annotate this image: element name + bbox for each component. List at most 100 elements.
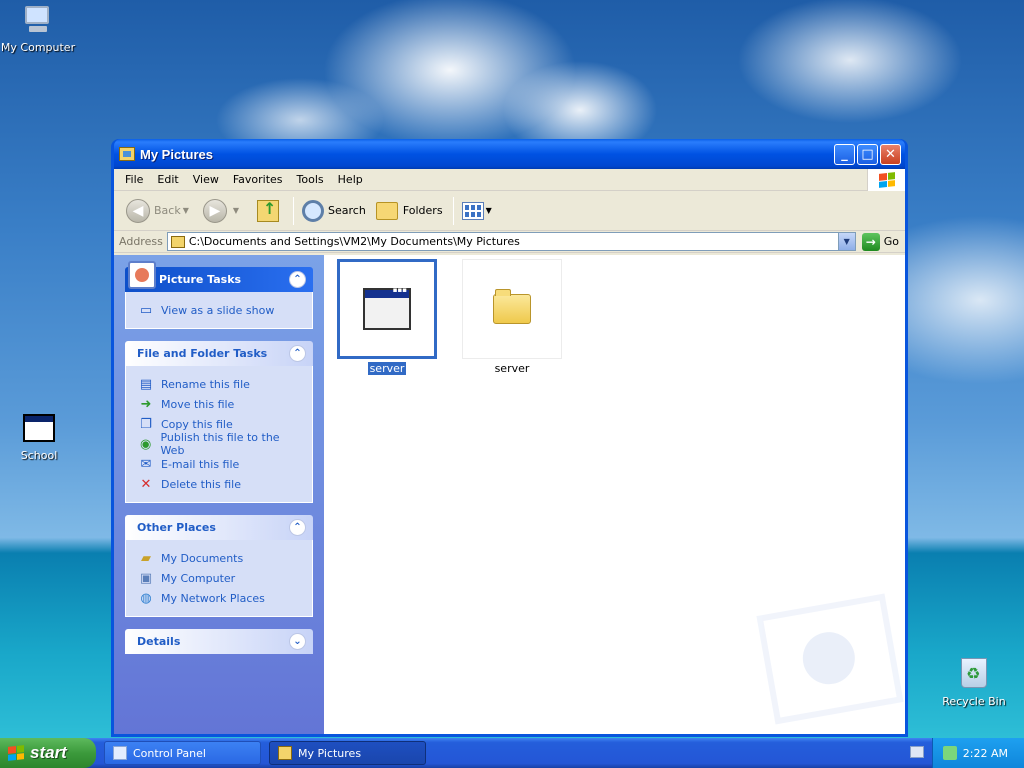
folders-button[interactable]: Folders bbox=[372, 195, 447, 227]
desktop-icon-recycle-bin[interactable]: Recycle Bin bbox=[936, 658, 1012, 708]
title-bar[interactable]: My Pictures _ □ ✕ bbox=[114, 139, 905, 169]
network-status-icon[interactable] bbox=[943, 746, 957, 760]
taskbar-button-my-pictures[interactable]: My Pictures bbox=[269, 741, 426, 765]
picture-tasks-icon bbox=[128, 261, 156, 289]
other-places-header[interactable]: Other Places ⌃ bbox=[125, 515, 313, 540]
picture-tasks-body: ▭ View as a slide show bbox=[125, 292, 313, 329]
go-arrow-icon: → bbox=[861, 232, 880, 251]
my-documents-icon: ▰ bbox=[141, 550, 151, 566]
forward-dropdown-icon[interactable]: ▼ bbox=[233, 206, 239, 215]
toolbar-separator bbox=[293, 196, 295, 225]
search-icon bbox=[302, 199, 325, 222]
back-button[interactable]: ◀ Back ▼ bbox=[122, 195, 197, 227]
address-field[interactable]: C:\Documents and Settings\VM2\My Documen… bbox=[166, 232, 856, 251]
menu-view[interactable]: View bbox=[186, 173, 226, 186]
taskbar-button-label: My Pictures bbox=[298, 746, 362, 760]
menu-help[interactable]: Help bbox=[331, 173, 370, 186]
menu-file[interactable]: File bbox=[118, 173, 150, 186]
taskbar-button-label: Control Panel bbox=[133, 746, 206, 760]
place-my-network[interactable]: ◍ My Network Places bbox=[138, 588, 302, 608]
publish-web-icon: ◉ bbox=[140, 436, 152, 452]
application-icon bbox=[363, 286, 411, 330]
menu-favorites[interactable]: Favorites bbox=[226, 173, 290, 186]
task-delete-file[interactable]: ✕ Delete this file bbox=[138, 474, 302, 494]
task-label: E-mail this file bbox=[161, 457, 240, 471]
details-panel: Details ⌄ bbox=[125, 629, 313, 654]
file-item[interactable]: server bbox=[336, 259, 438, 376]
task-rename-file[interactable]: ▤ Rename this file bbox=[138, 374, 302, 394]
address-bar: Address C:\Documents and Settings\VM2\My… bbox=[114, 231, 905, 253]
menu-tools[interactable]: Tools bbox=[290, 173, 331, 186]
system-tray: 2:22 AM bbox=[932, 738, 1024, 768]
place-my-computer[interactable]: ▣ My Computer bbox=[138, 568, 302, 588]
folder-icon bbox=[170, 235, 185, 248]
desktop-icon-my-computer[interactable]: My Computer bbox=[0, 4, 76, 54]
back-dropdown-icon[interactable]: ▼ bbox=[183, 206, 189, 215]
taskbar-button-control-panel[interactable]: Control Panel bbox=[104, 741, 261, 765]
standard-toolbar: ◀ Back ▼ ▶ ▼ Search Folders bbox=[114, 191, 905, 231]
panel-title: Other Places bbox=[137, 521, 216, 534]
windows-flag-icon bbox=[8, 745, 24, 761]
close-button[interactable]: ✕ bbox=[880, 143, 901, 165]
keyboard-icon[interactable] bbox=[910, 746, 924, 758]
details-header[interactable]: Details ⌄ bbox=[125, 629, 313, 654]
task-email-file[interactable]: ✉ E-mail this file bbox=[138, 454, 302, 474]
minimize-button[interactable]: _ bbox=[834, 143, 855, 165]
folders-label: Folders bbox=[402, 204, 443, 217]
up-folder-button[interactable] bbox=[249, 195, 287, 227]
file-view[interactable]: server server bbox=[324, 255, 905, 734]
folder-item[interactable]: server bbox=[461, 259, 563, 375]
forward-button[interactable]: ▶ ▼ bbox=[199, 195, 247, 227]
folder-name[interactable]: server bbox=[493, 362, 532, 375]
panel-title: Picture Tasks bbox=[159, 273, 242, 286]
place-my-documents[interactable]: ▰ My Documents bbox=[138, 548, 302, 568]
expand-chevron-icon[interactable]: ⌄ bbox=[289, 633, 306, 650]
panel-title: File and Folder Tasks bbox=[137, 347, 268, 360]
search-label: Search bbox=[328, 204, 366, 217]
windows-logo bbox=[867, 169, 905, 191]
task-pane: Picture Tasks ⌃ ▭ View as a slide show F… bbox=[114, 255, 324, 734]
task-label: My Network Places bbox=[161, 591, 265, 605]
panel-title: Details bbox=[137, 635, 181, 648]
folder-icon bbox=[493, 289, 531, 324]
task-move-file[interactable]: ➜ Move this file bbox=[138, 394, 302, 414]
views-button[interactable]: ▼ bbox=[458, 195, 496, 227]
back-arrow-icon: ◀ bbox=[126, 198, 150, 223]
start-label: start bbox=[30, 743, 67, 762]
folder-thumbnail[interactable] bbox=[462, 259, 562, 359]
file-thumbnail[interactable] bbox=[337, 259, 437, 359]
address-label: Address bbox=[119, 235, 163, 248]
file-folder-tasks-header[interactable]: File and Folder Tasks ⌃ bbox=[125, 341, 313, 366]
search-button[interactable]: Search bbox=[298, 195, 370, 227]
pictures-watermark bbox=[756, 593, 904, 725]
desktop-icon-label: School bbox=[20, 449, 58, 462]
collapse-chevron-icon[interactable]: ⌃ bbox=[289, 271, 306, 288]
file-name[interactable]: server bbox=[366, 361, 408, 376]
task-label: My Computer bbox=[161, 571, 236, 585]
window-title: My Pictures bbox=[140, 146, 213, 162]
content-area: Picture Tasks ⌃ ▭ View as a slide show F… bbox=[114, 255, 905, 734]
my-pictures-folder-icon bbox=[119, 147, 135, 161]
maximize-button[interactable]: □ bbox=[857, 143, 878, 165]
collapse-chevron-icon[interactable]: ⌃ bbox=[289, 519, 306, 536]
picture-tasks-header[interactable]: Picture Tasks ⌃ bbox=[125, 261, 313, 292]
address-dropdown-icon[interactable]: ▼ bbox=[837, 233, 855, 250]
task-publish-web[interactable]: ◉ Publish this file to the Web bbox=[138, 431, 302, 457]
copy-icon: ❐ bbox=[140, 416, 152, 432]
my-computer-icon: ▣ bbox=[139, 570, 153, 586]
other-places-body: ▰ My Documents ▣ My Computer ◍ My Network P… bbox=[125, 540, 313, 617]
task-label: Move this file bbox=[161, 397, 235, 411]
go-button[interactable]: → Go bbox=[856, 232, 905, 251]
back-label: Back bbox=[154, 204, 181, 217]
task-view-slideshow[interactable]: ▭ View as a slide show bbox=[138, 300, 302, 320]
menu-edit[interactable]: Edit bbox=[150, 173, 185, 186]
clock[interactable]: 2:22 AM bbox=[963, 747, 1008, 760]
task-label: Delete this file bbox=[161, 477, 241, 491]
collapse-chevron-icon[interactable]: ⌃ bbox=[289, 345, 306, 362]
start-button[interactable]: start bbox=[0, 738, 96, 768]
task-label: View as a slide show bbox=[161, 303, 275, 317]
other-places-panel: Other Places ⌃ ▰ My Documents ▣ My Compute… bbox=[125, 515, 313, 617]
desktop-icon-school[interactable]: School bbox=[1, 414, 77, 462]
go-label: Go bbox=[883, 235, 899, 248]
address-path: C:\Documents and Settings\VM2\My Documen… bbox=[188, 235, 520, 248]
